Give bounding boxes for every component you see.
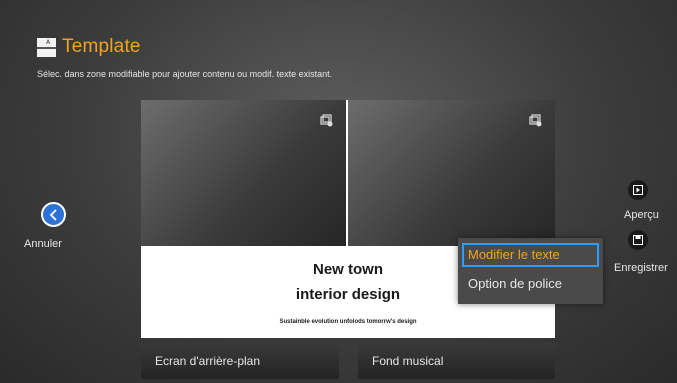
page-header: A Template: [37, 34, 141, 60]
image-edit-icon[interactable]: [320, 114, 333, 127]
menu-item-font-option[interactable]: Option de police: [462, 272, 599, 296]
preview-label: Aperçu: [624, 209, 659, 221]
image-zone-right[interactable]: [348, 100, 555, 246]
save-label: Enregistrer: [614, 262, 668, 274]
tagline-text[interactable]: Sustainble evolution unfolods tomorrw's …: [141, 319, 555, 325]
play-icon: [633, 185, 643, 195]
save-button[interactable]: [628, 230, 648, 250]
back-label: Annuler: [24, 238, 62, 250]
save-icon: [633, 235, 643, 245]
background-screen-button[interactable]: Ecran d'arrière-plan: [141, 343, 339, 379]
image-edit-icon[interactable]: [529, 114, 542, 127]
chevron-left-icon: [49, 208, 57, 221]
preview-button[interactable]: [628, 180, 648, 200]
page-instructions: Sélec. dans zone modifiable pour ajouter…: [37, 69, 333, 79]
menu-item-edit-text[interactable]: Modifier le texte: [462, 243, 599, 267]
template-icon: A: [37, 37, 56, 57]
image-zone-left[interactable]: [141, 100, 346, 246]
back-button[interactable]: [41, 202, 66, 227]
background-music-button[interactable]: Fond musical: [358, 343, 555, 379]
page-title: Template: [62, 36, 141, 57]
context-menu: Modifier le texte Option de police: [458, 238, 603, 304]
